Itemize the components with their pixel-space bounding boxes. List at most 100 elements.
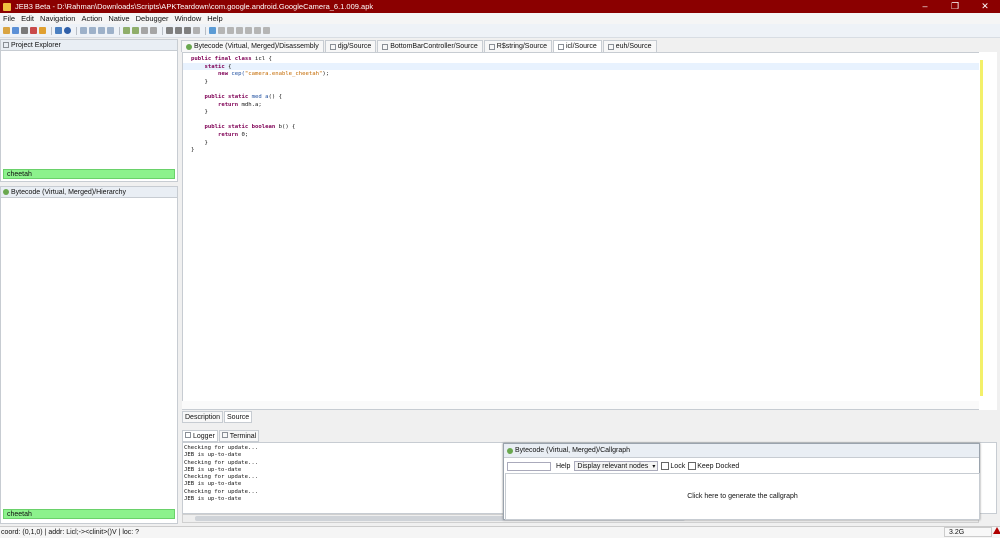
jeb-app-icon [3, 2, 11, 11]
xref-icon[interactable] [141, 27, 148, 34]
forward-icon[interactable] [89, 27, 96, 34]
search-icon[interactable] [184, 27, 191, 34]
options-icon[interactable] [193, 27, 200, 34]
code-token: static [204, 63, 225, 70]
rename-icon[interactable] [123, 27, 130, 34]
generate-callgraph-link[interactable]: Click here to generate the callgraph [687, 493, 798, 500]
title-bar: JEB3 Beta - D:\Rahman\Downloads\Scripts\… [0, 0, 1000, 13]
menu-help[interactable]: Help [207, 14, 222, 23]
tab-disassembly[interactable]: Bytecode (Virtual, Merged)/Disassembly [181, 40, 324, 52]
debug-run-icon[interactable] [218, 27, 225, 34]
step-out-icon[interactable] [263, 27, 270, 34]
back-icon[interactable] [80, 27, 87, 34]
toolbar-separator [119, 26, 120, 35]
callgraph-panel: Bytecode (Virtual, Merged)/Callgraph Hel… [503, 443, 980, 520]
tab-label: Terminal [229, 433, 257, 440]
tab-djg-source[interactable]: djg/Source [324, 40, 377, 52]
chevron-down-icon: ▾ [652, 463, 656, 470]
close-button[interactable]: ✕ [970, 0, 1000, 13]
tab-terminal[interactable]: Terminal [218, 430, 260, 442]
toolbar-separator [205, 26, 206, 35]
code-string: "camera.enable_cheetah" [244, 71, 323, 78]
overview-ruler[interactable] [980, 60, 983, 396]
tab-logger[interactable]: Logger [182, 430, 218, 442]
menu-debugger[interactable]: Debugger [136, 14, 169, 23]
status-text: coord: (0,1,0) | addr: Licl;-><clinit>()… [1, 529, 140, 536]
hierarchy-header[interactable]: Bytecode (Virtual, Merged)/Hierarchy [1, 187, 177, 198]
code-token: } [191, 147, 195, 154]
keep-docked-checkbox[interactable] [688, 462, 697, 470]
graph-icon[interactable] [175, 27, 182, 34]
tab-euh-source[interactable]: euh/Source [602, 40, 657, 52]
window-title: JEB3 Beta - D:\Rahman\Downloads\Scripts\… [15, 2, 374, 11]
warning-icon[interactable] [993, 527, 1000, 534]
save-icon[interactable] [12, 27, 19, 34]
decompile-icon[interactable] [150, 27, 157, 34]
source-code[interactable]: public final class icl { static { new ce… [191, 56, 329, 155]
project-explorer-pane: Project Explorer [0, 39, 178, 182]
editor-horizontal-scrollbar[interactable] [182, 401, 979, 409]
code-editor[interactable]: public final class icl { static { new ce… [182, 52, 997, 410]
callgraph-mode-select[interactable]: Display relevant nodes ▾ [574, 461, 659, 471]
jump-icon[interactable] [107, 27, 114, 34]
menu-edit[interactable]: Edit [21, 14, 34, 23]
menu-file[interactable]: File [3, 14, 15, 23]
bytecode-icon [186, 43, 192, 50]
logger-icon [185, 432, 191, 438]
toolbar-separator [162, 26, 163, 35]
view-switcher-tabs: Description Source [182, 411, 253, 423]
restore-button[interactable]: ❐ [940, 0, 970, 13]
navigate-icon[interactable] [98, 27, 105, 34]
terminal-icon [221, 432, 228, 438]
project-explorer-header[interactable]: Project Explorer [1, 40, 177, 51]
hierarchy-pane: Bytecode (Virtual, Merged)/Hierarchy [0, 186, 178, 524]
debug-pause-icon[interactable] [227, 27, 234, 34]
log-line: JEB is up-to-date [184, 496, 242, 503]
tab-bottombarcontroller-source[interactable]: BottomBarController/Source [377, 40, 483, 52]
bookmark-icon[interactable] [39, 27, 46, 34]
callgraph-toolbar: Help Display relevant nodes ▾ Lock Keep … [504, 460, 980, 472]
code-token: } [204, 109, 208, 116]
tab-label: R$string/Source [496, 43, 547, 50]
menu-native[interactable]: Native [108, 14, 129, 23]
project-filter-input[interactable]: cheetah [3, 169, 175, 179]
log-line: Checking for update... [184, 445, 259, 451]
callgraph-header[interactable]: Bytecode (Virtual, Merged)/Callgraph [504, 444, 979, 458]
code-token: return [217, 131, 239, 138]
step-over-icon[interactable] [254, 27, 261, 34]
tab-rstring-source[interactable]: R$string/Source [483, 40, 552, 52]
hierarchy-title: Bytecode (Virtual, Merged)/Hierarchy [11, 188, 127, 196]
tab-description[interactable]: Description [182, 411, 224, 423]
lock-checkbox[interactable] [661, 462, 670, 470]
memory-indicator[interactable]: 3.2G [944, 527, 992, 537]
keep-docked-label: Keep Docked [697, 462, 740, 470]
properties-icon[interactable] [21, 27, 28, 34]
debug-stop-icon[interactable] [236, 27, 243, 34]
open-file-icon[interactable] [3, 27, 10, 34]
log-line: JEB is up-to-date [184, 481, 242, 488]
source-icon [557, 43, 564, 50]
refresh-icon[interactable] [55, 27, 62, 34]
help-link[interactable]: Help [556, 463, 570, 470]
code-token: mdh.a; [238, 101, 262, 108]
hierarchy-filter-input[interactable]: cheetah [3, 509, 175, 519]
step-into-icon[interactable] [245, 27, 252, 34]
debug-start-icon[interactable] [209, 27, 216, 34]
menu-window[interactable]: Window [175, 14, 202, 23]
minimize-button[interactable]: – [910, 0, 940, 13]
code-token: public static boolean [204, 124, 276, 131]
info-icon[interactable] [64, 27, 71, 34]
code-token: } [204, 139, 208, 146]
toolbar [0, 24, 1000, 38]
menu-bar: File Edit Navigation Action Native Debug… [0, 13, 1000, 24]
run-script-icon[interactable] [30, 27, 37, 34]
menu-navigation[interactable]: Navigation [40, 14, 75, 23]
tab-icl-source[interactable]: icl/Source [552, 40, 602, 52]
comment-icon[interactable] [132, 27, 139, 34]
log-line: JEB is up-to-date [184, 452, 242, 459]
parse-icon[interactable] [166, 27, 173, 34]
menu-action[interactable]: Action [81, 14, 102, 23]
callgraph-search-input[interactable] [507, 461, 551, 471]
tab-source[interactable]: Source [224, 411, 253, 423]
callgraph-canvas[interactable]: Click here to generate the callgraph [505, 473, 980, 520]
